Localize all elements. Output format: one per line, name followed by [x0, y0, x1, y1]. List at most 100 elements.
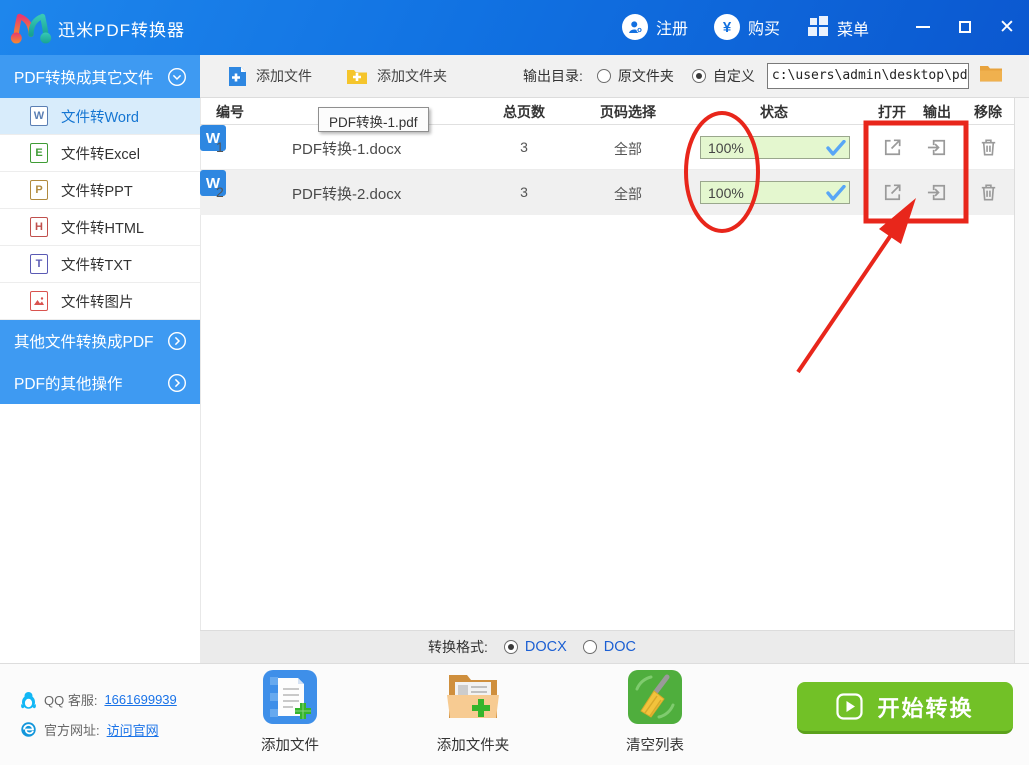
radio-icon[interactable]	[596, 69, 611, 83]
play-icon	[836, 693, 864, 720]
trash-icon	[981, 139, 996, 156]
sidebar-item-word[interactable]: W 文件转Word	[0, 98, 200, 135]
section-label: PDF转换成其它文件	[14, 69, 154, 87]
file-name: PDF转换-2.docx	[292, 186, 402, 203]
vertical-scrollbar[interactable]	[1014, 98, 1029, 663]
progress-value: 100%	[708, 184, 744, 201]
qq-support-row: QQ 客服: 1661699939	[20, 690, 177, 709]
chevron-right-circle-icon	[167, 331, 187, 351]
chevron-right-circle-icon	[167, 373, 187, 393]
chevron-down-circle-icon	[167, 67, 187, 86]
format-bar: 转换格式: DOCX DOC	[200, 630, 1014, 663]
website-row: 官方网址: 访问官网	[20, 720, 177, 739]
sidebar-item-image[interactable]: 文件转图片	[0, 283, 200, 320]
sidebar-item-label: 文件转HTML	[61, 220, 144, 237]
radio-icon[interactable]	[582, 640, 597, 654]
minimize-button[interactable]	[908, 12, 938, 42]
sidebar-item-ppt[interactable]: P 文件转PPT	[0, 172, 200, 209]
radio-original-label: 原文件夹	[617, 68, 674, 84]
open-output-button[interactable]	[926, 136, 949, 162]
radio-icon-selected[interactable]	[503, 640, 518, 654]
radio-custom[interactable]: 自定义	[691, 66, 755, 86]
radio-icon-selected[interactable]	[691, 69, 706, 83]
title-bar: 迅米PDF转换器 注册 ¥ 购买 菜单 ✕	[0, 0, 1029, 55]
open-file-button[interactable]	[881, 136, 904, 162]
open-external-icon	[884, 139, 901, 156]
buy-label: 购买	[748, 21, 781, 38]
add-file-button[interactable]: 添加文件	[228, 66, 312, 87]
remove-row-button[interactable]	[977, 136, 1000, 162]
radio-original-folder[interactable]: 原文件夹	[596, 66, 674, 86]
col-no: 编号	[216, 104, 244, 120]
table-row: 2 W PDF转换-2.docx 3 全部 100%	[200, 170, 1014, 215]
qq-icon	[21, 691, 36, 709]
start-convert-label: 开始转换	[877, 695, 974, 721]
progress-bar: 100%	[700, 136, 850, 159]
word-file-icon: W	[30, 106, 48, 126]
sidebar-item-txt[interactable]: T 文件转TXT	[0, 246, 200, 283]
maximize-icon	[959, 21, 971, 33]
format-option-doc[interactable]: DOC	[582, 639, 637, 655]
open-file-button[interactable]	[881, 181, 904, 207]
footer-clear-list-button[interactable]: 清空列表	[595, 669, 715, 755]
format-doc-label: DOC	[603, 639, 637, 655]
add-folder-icon	[347, 70, 367, 84]
footer-add-folder-button[interactable]: 添加文件夹	[413, 669, 533, 755]
qq-label: QQ 客服:	[44, 693, 98, 708]
footer-add-file-button[interactable]: 添加文件	[230, 669, 350, 755]
add-file-icon	[229, 66, 246, 86]
check-icon	[826, 140, 846, 156]
add-file-tile-icon	[263, 670, 317, 724]
sidebar-item-html[interactable]: H 文件转HTML	[0, 209, 200, 246]
buy-button[interactable]: ¥ 购买	[714, 14, 780, 40]
browse-folder-button[interactable]	[979, 64, 1003, 88]
trash-icon	[981, 184, 996, 201]
footer-clear-list-label: 清空列表	[626, 738, 684, 754]
menu-button[interactable]: 菜单	[806, 14, 869, 42]
open-external-icon	[884, 184, 901, 201]
section-label: 其他文件转换成PDF	[14, 334, 154, 351]
progress-bar: 100%	[700, 181, 850, 204]
page-count: 3	[520, 139, 528, 155]
sidebar-section-pdf-other-ops[interactable]: PDF的其他操作	[0, 362, 200, 404]
page-range: 全部	[614, 186, 642, 202]
minimize-icon	[916, 26, 930, 28]
txt-file-icon: T	[30, 254, 48, 274]
sidebar-item-excel[interactable]: E 文件转Excel	[0, 135, 200, 172]
format-label: 转换格式:	[428, 639, 488, 655]
sidebar-item-label: 文件转Excel	[61, 146, 140, 163]
sidebar: PDF转换成其它文件 W 文件转Word E 文件转Excel P 文件转PPT…	[0, 55, 200, 663]
qq-number-link[interactable]: 1661699939	[104, 692, 176, 707]
register-label: 注册	[656, 21, 689, 38]
output-arrow-icon	[927, 139, 946, 156]
footer-bar: QQ 客服: 1661699939 官方网址: 访问官网 添加文件 添加文件夹 …	[0, 663, 1029, 765]
output-path-input[interactable]: c:\users\admin\desktop\pdf转换	[766, 63, 969, 89]
sidebar-item-label: 文件转TXT	[61, 257, 132, 274]
start-convert-button[interactable]: 开始转换	[797, 682, 1013, 734]
add-file-label: 添加文件	[256, 68, 312, 84]
excel-file-icon: E	[30, 143, 48, 163]
row-number: 1	[216, 139, 224, 155]
sidebar-item-label: 文件转图片	[61, 294, 134, 311]
file-name: PDF转换-1.docx	[292, 141, 402, 158]
add-folder-button[interactable]: 添加文件夹	[346, 66, 447, 86]
sidebar-section-other-to-pdf[interactable]: 其他文件转换成PDF	[0, 320, 200, 362]
maximize-button[interactable]	[950, 12, 980, 42]
close-button[interactable]: ✕	[992, 12, 1022, 42]
sidebar-section-pdf-to-other[interactable]: PDF转换成其它文件	[0, 55, 200, 98]
footer-add-folder-label: 添加文件夹	[436, 738, 510, 754]
add-folder-tile-icon	[447, 675, 499, 718]
app-window: 迅米PDF转换器 注册 ¥ 购买 菜单 ✕ PDF转换成其它文件 W 文件转Wo…	[0, 0, 1029, 765]
app-title: 迅米PDF转换器	[58, 21, 185, 40]
col-range: 页码选择	[600, 104, 656, 120]
website-link[interactable]: 访问官网	[107, 720, 159, 739]
page-count: 3	[520, 184, 528, 200]
open-output-button[interactable]	[926, 181, 949, 207]
menu-label: 菜单	[837, 22, 870, 39]
register-button[interactable]: 注册	[622, 14, 688, 40]
sidebar-empty-area	[0, 404, 200, 663]
html-file-icon: H	[30, 217, 48, 237]
format-option-docx[interactable]: DOCX	[503, 639, 567, 655]
remove-row-button[interactable]	[977, 181, 1000, 207]
progress-value: 100%	[708, 139, 744, 156]
